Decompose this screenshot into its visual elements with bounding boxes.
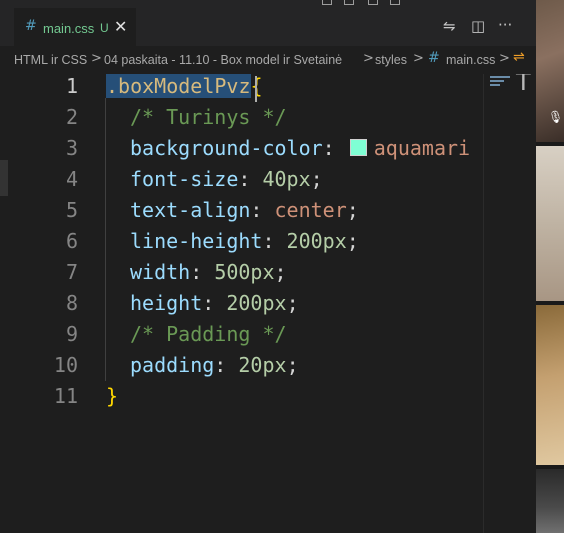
minimap[interactable] [490, 76, 510, 88]
code-comment: /* Padding */ [130, 322, 287, 346]
line-number: 6 [65, 229, 78, 253]
breadcrumb: HTML ir CSS > 04 paskaita - 11.10 - Box … [0, 46, 536, 74]
video-call-panel: 🎙 [536, 0, 564, 533]
css-property: line-height [130, 229, 263, 253]
participant-video[interactable] [536, 305, 564, 465]
symbol-icon[interactable]: ⇌ [513, 49, 525, 65]
css-value: 40px [262, 167, 311, 191]
line-number: 4 [65, 167, 78, 191]
line-number: 11 [53, 384, 78, 408]
css-property: padding [130, 353, 215, 377]
more-actions-icon[interactable]: ··· [498, 16, 512, 34]
breadcrumb-item-styles[interactable]: styles [375, 53, 407, 67]
code-line-5: text-align: center; [130, 195, 359, 226]
css-selector: .boxModelPvz [106, 74, 251, 98]
chevron-right-icon: > [91, 51, 102, 66]
css-property: text-align [130, 198, 251, 222]
css-property: width [130, 260, 191, 284]
layout-icon[interactable] [368, 0, 378, 5]
line-number: 5 [65, 198, 78, 222]
code-line-11: } [106, 381, 118, 412]
css-property: height [130, 291, 203, 315]
code-line-10: padding: 20px; [130, 350, 299, 381]
semicolon: ; [310, 167, 323, 191]
code-line-8: height: 200px; [130, 288, 299, 319]
split-editor-icon[interactable]: ◫ [471, 17, 485, 35]
chevron-right-icon: > [363, 51, 374, 66]
code-line-1: .boxModelPvz{ [106, 74, 263, 102]
colon: : [214, 353, 239, 377]
colon: : [190, 260, 215, 284]
layout-icon[interactable] [344, 0, 354, 5]
code-line-7: width: 500px; [130, 257, 287, 288]
close-icon[interactable]: ✕ [114, 17, 127, 36]
semicolon: ; [286, 353, 299, 377]
css-value: center [274, 198, 347, 222]
gutter-marker [0, 160, 8, 196]
semicolon: ; [274, 260, 287, 284]
line-number: 9 [65, 322, 78, 346]
chevron-right-icon: > [413, 51, 424, 66]
css-property: background-color [130, 136, 323, 160]
css-value: aquamari [373, 136, 471, 160]
breadcrumb-item-html-ir-css[interactable]: HTML ir CSS [14, 53, 87, 67]
title-bar [0, 0, 536, 8]
vertical-scrollbar[interactable] [483, 74, 484, 533]
css-value: 200px [226, 291, 287, 315]
semicolon: ; [346, 198, 359, 222]
line-number: 1 [65, 74, 78, 98]
code-line-6: line-height: 200px; [130, 226, 359, 257]
css-value: 500px [214, 260, 275, 284]
participant-video[interactable] [536, 469, 564, 533]
line-number: 8 [65, 291, 78, 315]
compare-changes-icon[interactable]: ⇋ [443, 17, 456, 35]
semicolon: ; [286, 291, 299, 315]
semicolon: ; [346, 229, 359, 253]
code-line-4: font-size: 40px; [130, 164, 323, 195]
chevron-right-icon: > [499, 51, 510, 66]
layout-icon[interactable] [390, 0, 400, 5]
css-value: 20px [238, 353, 287, 377]
close-brace: } [106, 384, 119, 408]
code-line-2: /* Turinys */ [130, 102, 287, 133]
css-hash-icon: # [25, 18, 37, 34]
tab-bar: # main.css U ✕ ⇋ ◫ ··· [0, 8, 536, 46]
code-editor[interactable]: T 1 2 3 4 5 6 7 8 9 10 11 .boxModelPvz{ … [0, 74, 536, 533]
line-number: 7 [65, 260, 78, 284]
css-hash-icon: # [428, 50, 440, 66]
code-comment: /* Turinys */ [130, 105, 287, 129]
colon: : [238, 167, 263, 191]
colon: : [250, 198, 275, 222]
breadcrumb-item-file[interactable]: main.css [446, 53, 495, 67]
layout-icon[interactable] [322, 0, 332, 5]
code-line-3: background-color: aquamari [130, 133, 470, 164]
colon: : [202, 291, 227, 315]
mic-muted-icon: 🎙 [548, 110, 564, 124]
text-cursor [255, 76, 257, 102]
code-line-9: /* Padding */ [130, 319, 287, 350]
tab-main-css[interactable]: # main.css U ✕ [14, 8, 136, 46]
colon: : [322, 136, 347, 160]
untracked-badge: U [100, 21, 109, 35]
line-number: 10 [53, 353, 78, 377]
participant-video[interactable] [536, 146, 564, 301]
indent-guide [105, 98, 106, 381]
breadcrumb-item-folder[interactable]: 04 paskaita - 11.10 - Box model ir Sveta… [104, 53, 342, 67]
colon: : [262, 229, 287, 253]
line-number: 3 [65, 136, 78, 160]
line-number: 2 [65, 105, 78, 129]
css-value: 200px [286, 229, 347, 253]
minimap-text: T [516, 74, 531, 96]
color-swatch[interactable] [349, 139, 367, 156]
tab-filename: main.css [43, 21, 95, 36]
css-property: font-size [130, 167, 239, 191]
